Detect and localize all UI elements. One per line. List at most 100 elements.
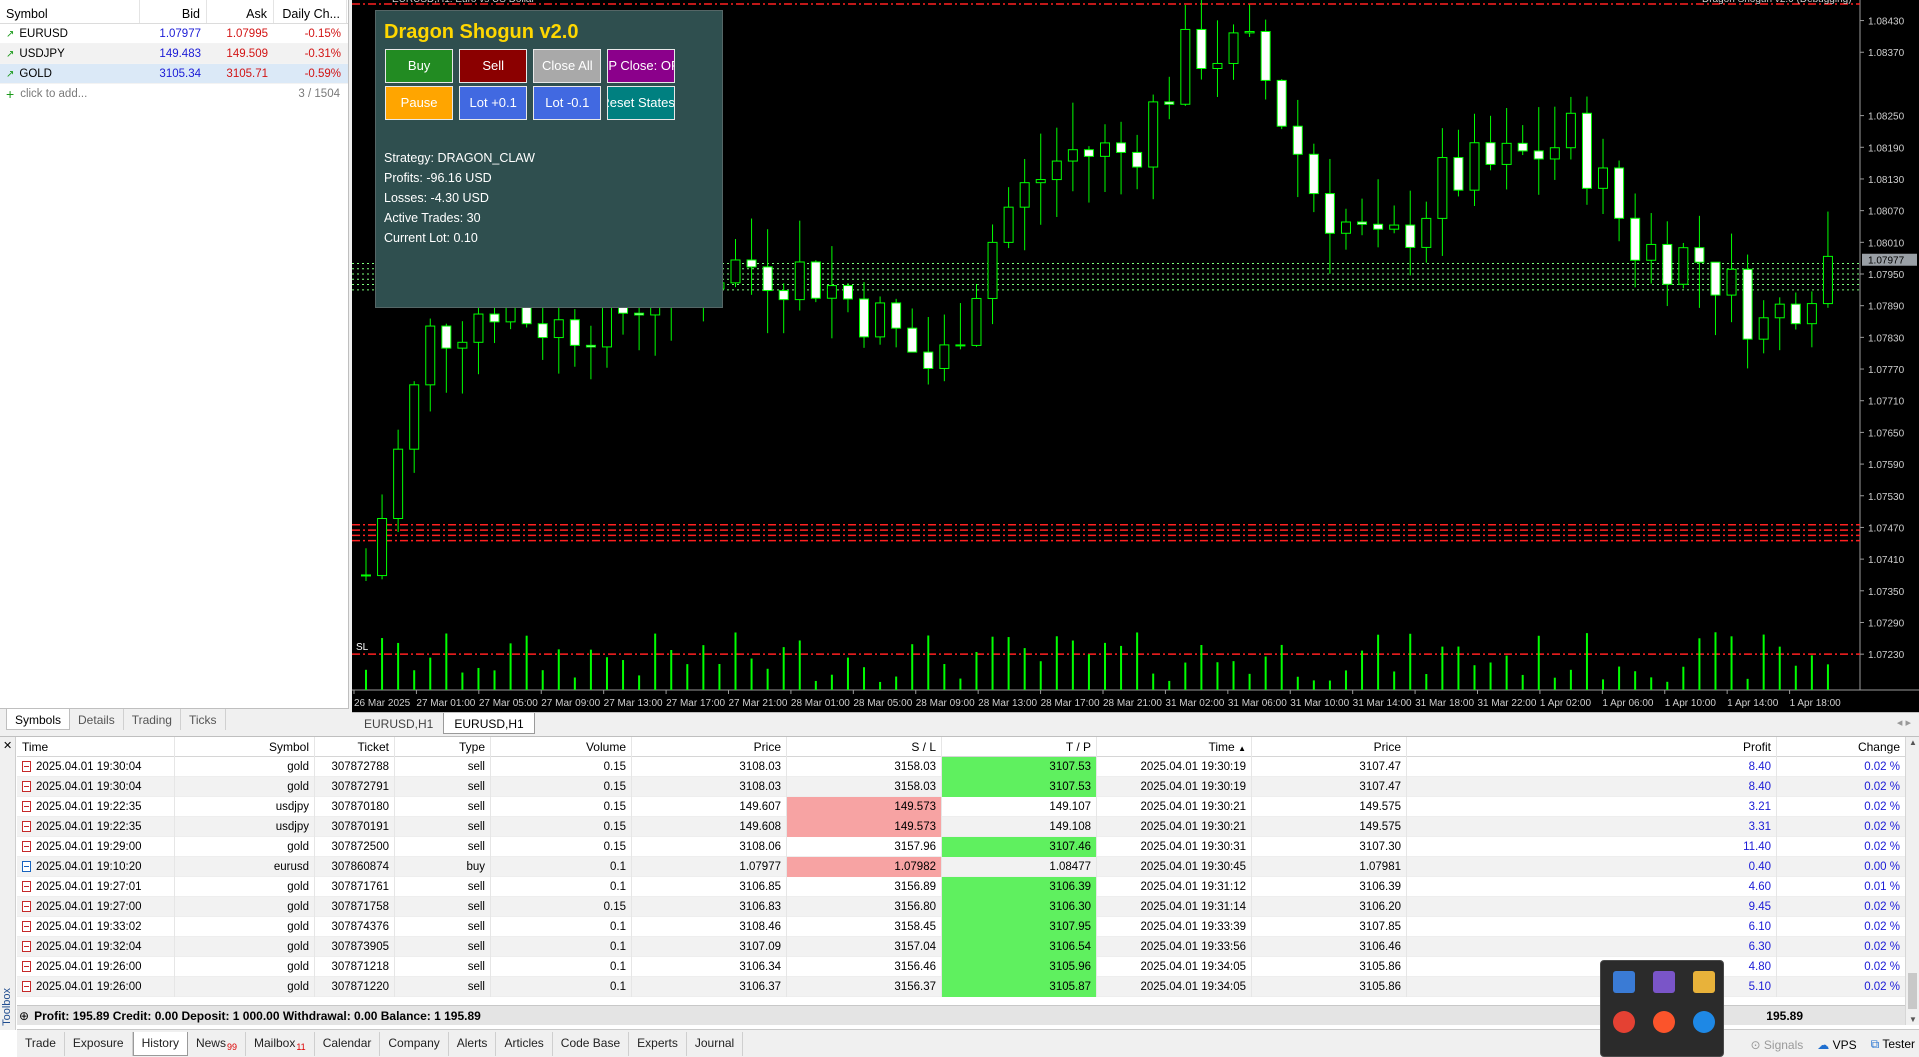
history-cell-close-time: 2025.04.01 19:30:19 <box>1097 756 1252 777</box>
vps-link[interactable]: ☁ VPS <box>1817 1038 1856 1052</box>
tab-code-base[interactable]: Code Base <box>553 1032 630 1056</box>
history-row[interactable]: 2025.04.01 19:29:00 gold 307872500 sell 0.15… <box>17 836 1905 857</box>
edge-icon[interactable] <box>1693 1011 1715 1033</box>
chart-tab-active[interactable]: EURUSD,H1 <box>443 713 535 734</box>
tp-close-toggle-button[interactable]: TP Close: OFF <box>607 49 676 83</box>
col-close-time-header[interactable]: Time ▲ <box>1097 736 1252 757</box>
close-icon[interactable]: ✕ <box>3 739 12 752</box>
history-row[interactable]: 2025.04.01 19:32:04 gold 307873905 sell 0.1 3… <box>17 936 1905 957</box>
col-bid-header[interactable]: Bid <box>140 0 207 23</box>
candle-body <box>1051 160 1062 181</box>
chart-tab[interactable]: EURUSD,H1 <box>354 713 443 734</box>
tab-trading[interactable]: Trading <box>124 709 181 730</box>
history-row[interactable]: 2025.04.01 19:30:04 gold 307872791 sell 0.15… <box>17 776 1905 797</box>
market-watch-row[interactable]: ↗ EURUSD 1.07977 1.07995 -0.15% <box>0 24 348 44</box>
tab-articles[interactable]: Articles <box>496 1032 553 1056</box>
scroll-up-icon[interactable]: ▲ <box>1909 738 1917 747</box>
brave-icon[interactable] <box>1653 1011 1675 1033</box>
chrome-icon[interactable] <box>1613 1011 1635 1033</box>
trend-up-icon: ↗ <box>6 48 15 60</box>
market-watch-row[interactable]: ↗ GOLD 3105.34 3105.71 -0.59% <box>0 64 348 84</box>
history-cell-change: 0.02 % <box>1864 960 1900 973</box>
click-to-add-row[interactable]: + click to add... 3 / 1504 <box>0 84 348 104</box>
col-change-header[interactable]: Change <box>1777 737 1905 757</box>
lot-decrease-button[interactable]: Lot -0.1 <box>533 86 602 120</box>
history-row[interactable]: 2025.04.01 19:27:01 gold 307871761 sell 0.1 3… <box>17 876 1905 897</box>
col-symbol-header[interactable]: Symbol <box>175 736 315 757</box>
candle-body <box>1469 142 1480 191</box>
candle-body <box>923 351 934 369</box>
col-change-header[interactable]: Daily Ch... <box>274 0 347 23</box>
tab-mailbox[interactable]: Mailbox11 <box>246 1032 315 1056</box>
col-time-header[interactable]: Time <box>17 736 175 757</box>
tab-alerts[interactable]: Alerts <box>449 1032 497 1056</box>
tab-symbols[interactable]: Symbols <box>6 709 71 730</box>
change-cell: -0.31% <box>304 47 341 60</box>
tester-label: Tester <box>1882 1037 1915 1051</box>
tab-history[interactable]: History <box>132 1032 188 1056</box>
col-type-header[interactable]: Type <box>395 736 491 757</box>
history-scrollbar[interactable]: ▲ ▼ <box>1905 737 1919 1025</box>
close-all-button[interactable]: Close All <box>533 49 602 83</box>
col-ask-header[interactable]: Ask <box>207 0 274 23</box>
history-cell-close-price: 3105.86 <box>1252 956 1407 977</box>
tester-link[interactable]: ⧉ Tester <box>1871 1037 1915 1052</box>
history-cell-type: sell <box>395 836 491 857</box>
candle-body <box>1742 268 1753 340</box>
scroll-down-icon[interactable]: ▼ <box>1909 1015 1917 1024</box>
col-sl-header[interactable]: S / L <box>787 736 942 757</box>
buy-button[interactable]: Buy <box>385 49 454 83</box>
signals-link[interactable]: ⊙ Signals <box>1751 1038 1804 1052</box>
expand-plus-icon[interactable]: ⊕ <box>19 1009 29 1023</box>
candle-body <box>1630 217 1641 261</box>
tab-ticks[interactable]: Ticks <box>181 709 226 730</box>
tab-trade[interactable]: Trade <box>17 1032 65 1056</box>
history-cell-type: sell <box>395 816 491 837</box>
history-cell-volume: 0.1 <box>491 876 632 897</box>
tab-calendar[interactable]: Calendar <box>315 1032 381 1056</box>
time-label: 31 Mar 14:00 <box>1353 698 1412 709</box>
candle-body <box>1662 243 1673 285</box>
market-watch-tabs: Symbols Details Trading Ticks <box>0 708 349 730</box>
col-profit-header[interactable]: Profit <box>1407 736 1777 757</box>
windows-security-icon[interactable] <box>1613 971 1635 993</box>
col-volume-header[interactable]: Volume <box>491 736 632 757</box>
col-symbol-header[interactable]: Symbol <box>0 0 140 23</box>
history-row[interactable]: 2025.04.01 19:22:35 usdjpy 307870191 sell 0.… <box>17 816 1905 837</box>
sell-button[interactable]: Sell <box>459 49 528 83</box>
tab-label: History <box>141 1036 179 1050</box>
scrollbar-thumb[interactable] <box>1908 973 1917 1009</box>
history-cell-volume: 0.1 <box>491 936 632 957</box>
col-close-price-header[interactable]: Price <box>1252 736 1407 757</box>
market-watch-row[interactable]: ↗ USDJPY 149.483 149.509 -0.31% <box>0 44 348 64</box>
lot-increase-button[interactable]: Lot +0.1 <box>459 86 528 120</box>
time-label: 31 Mar 22:00 <box>1478 698 1537 709</box>
chart-tab-scroll-arrows[interactable]: ◂ ▸ <box>1897 716 1911 729</box>
history-row[interactable]: 2025.04.01 19:30:04 gold 307872788 sell 0.15… <box>17 756 1905 777</box>
history-cell-change: 0.02 % <box>1864 980 1900 993</box>
pause-button[interactable]: Pause <box>385 86 454 120</box>
history-cell-price: 3106.37 <box>632 976 787 997</box>
col-tp-header[interactable]: T / P <box>942 736 1097 757</box>
history-row[interactable]: 2025.04.01 19:22:35 usdjpy 307870180 sell 0.… <box>17 796 1905 817</box>
history-row[interactable]: 2025.04.01 19:33:02 gold 307874376 sell 0.1 3… <box>17 916 1905 937</box>
candle-body <box>569 319 580 346</box>
tab-company[interactable]: Company <box>380 1032 449 1056</box>
col-ticket-header[interactable]: Ticket <box>315 736 395 757</box>
history-cell-volume: 0.15 <box>491 836 632 857</box>
reset-states-button[interactable]: Reset States <box>607 86 676 120</box>
col-price-header[interactable]: Price <box>632 736 787 757</box>
tab-experts[interactable]: Experts <box>629 1032 687 1056</box>
candle-body <box>1790 303 1801 325</box>
tab-exposure[interactable]: Exposure <box>65 1032 133 1056</box>
history-row[interactable]: 2025.04.01 19:10:20 eurusd 307860874 buy 0.1… <box>17 856 1905 877</box>
tab-journal[interactable]: Journal <box>687 1032 744 1056</box>
candle-body <box>634 312 645 316</box>
tab-details[interactable]: Details <box>70 709 124 730</box>
pen-app-icon[interactable] <box>1653 971 1675 993</box>
history-cell-profit: 3.31 <box>1407 816 1777 837</box>
tab-news[interactable]: News99 <box>188 1032 246 1056</box>
shield-folder-icon[interactable] <box>1693 971 1715 993</box>
candle-body <box>1340 221 1351 234</box>
history-row[interactable]: 2025.04.01 19:27:00 gold 307871758 sell 0.15… <box>17 896 1905 917</box>
